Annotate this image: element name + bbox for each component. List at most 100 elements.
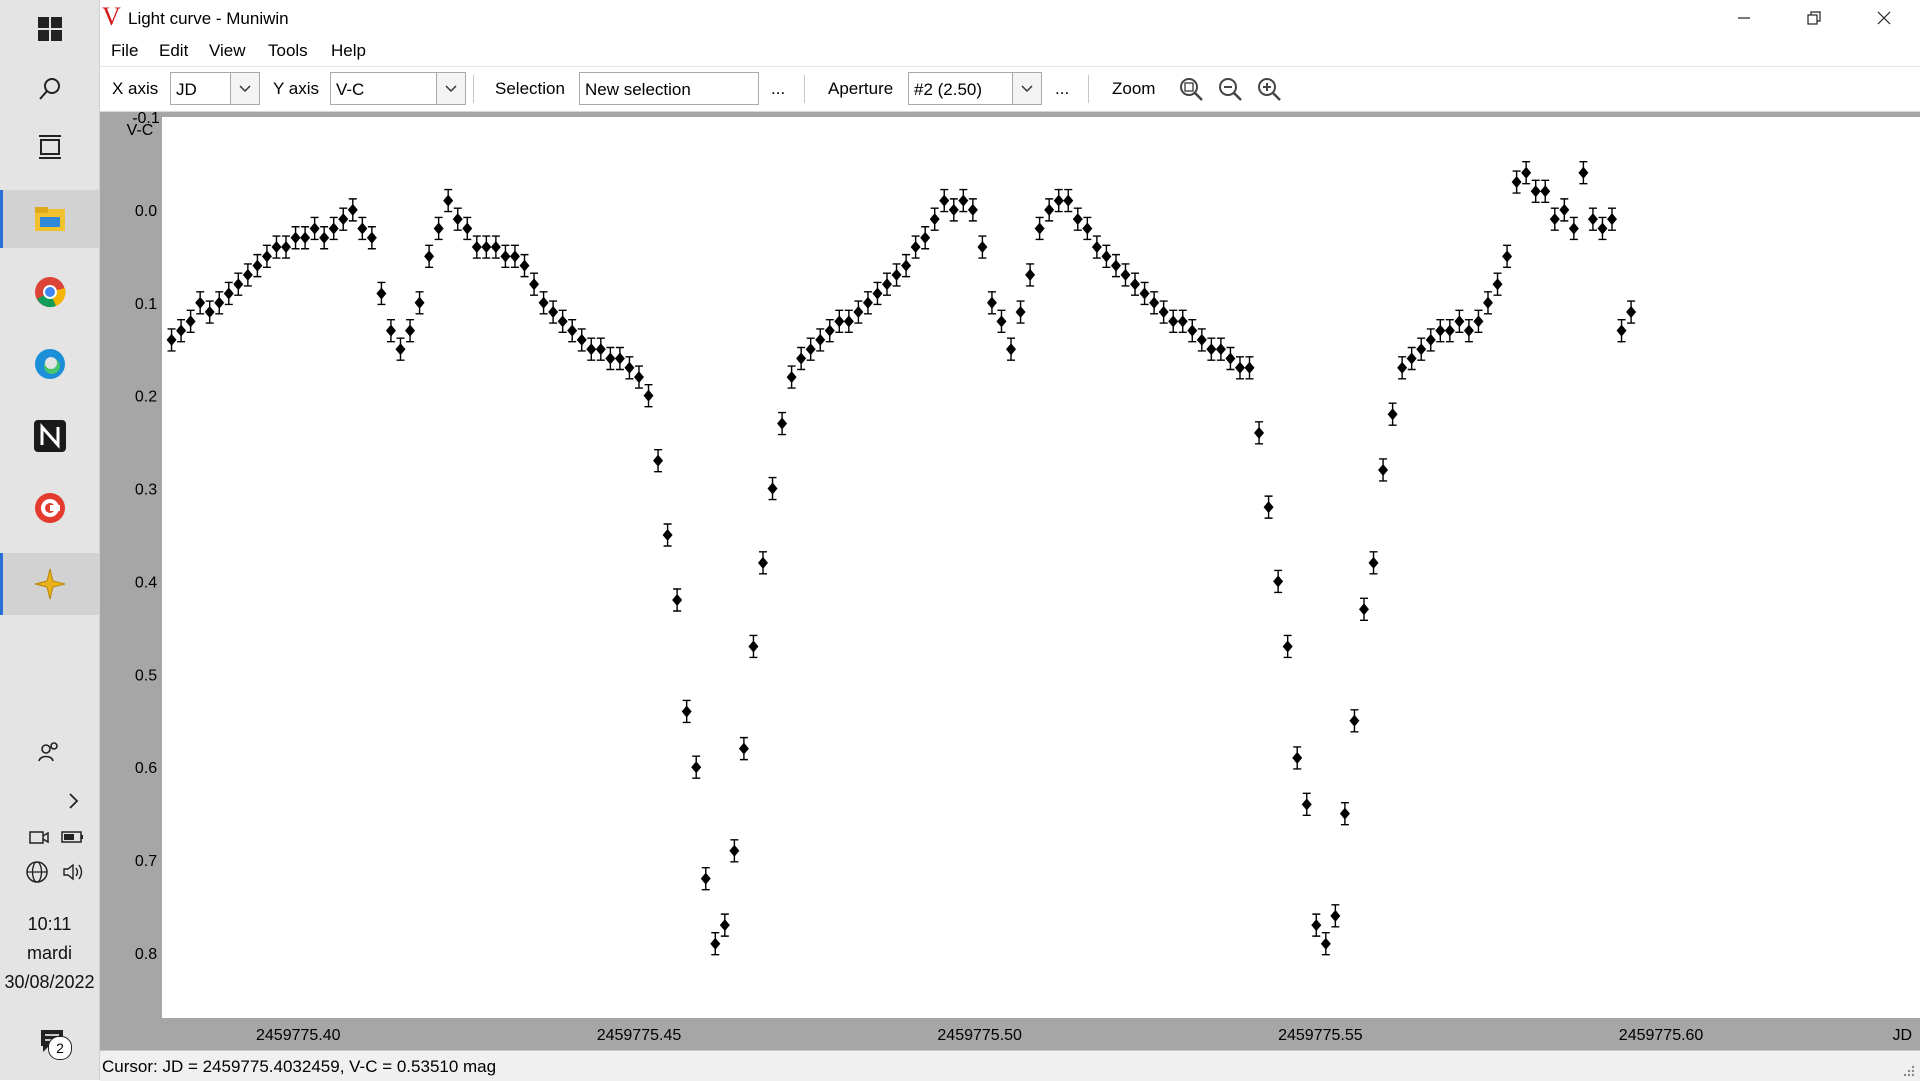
x-axis-select[interactable]: JD (170, 72, 260, 105)
muniwin-button[interactable] (0, 553, 99, 615)
x-axis-title: JD (1892, 1027, 1912, 1044)
y-axis-label: Y axis (273, 79, 319, 98)
zoom-label: Zoom (1112, 79, 1156, 98)
light-curve-plot[interactable]: -0.10.00.10.20.30.40.50.60.70.8 2459775.… (100, 112, 1920, 1050)
aperture-label: Aperture (828, 79, 894, 98)
minimize-icon (1738, 17, 1750, 19)
close-icon (1877, 11, 1891, 25)
cursor-status: Cursor: JD = 2459775.4032459, V-C = 0.53… (102, 1057, 497, 1076)
camera-icon (29, 831, 49, 844)
edge-icon (34, 349, 65, 379)
y-tick-label: 0.0 (135, 203, 157, 220)
x-tick-label: 2459775.45 (597, 1027, 682, 1044)
network-button[interactable] (22, 857, 52, 887)
app-n-button[interactable] (0, 407, 99, 465)
app-c-button[interactable] (0, 479, 99, 537)
zoom-fit-icon (1180, 78, 1203, 101)
x-tick-label: 2459775.40 (256, 1027, 341, 1044)
selection-field[interactable]: New selection (579, 72, 759, 105)
edge-button[interactable] (0, 335, 99, 393)
globe-icon (26, 861, 48, 883)
chevron-right-icon (69, 793, 79, 809)
toolbar-separator (804, 75, 805, 103)
chevron-down-icon (1021, 84, 1033, 92)
clock-day: mardi (26, 943, 72, 963)
y-tick-label: 0.3 (135, 482, 157, 499)
app-v-icon: V (102, 2, 121, 31)
c-app-icon (34, 493, 65, 523)
zoom-out-icon (1219, 78, 1242, 101)
aperture-value: #2 (2.50) (914, 80, 983, 99)
speaker-icon (63, 863, 83, 881)
clock[interactable]: 10:11 mardi 30/08/2022 (0, 910, 99, 997)
people-icon (38, 742, 58, 762)
menu-view[interactable]: View (209, 41, 246, 61)
notification-badge: 2 (48, 1036, 72, 1060)
window-title: Light curve - Muniwin (128, 9, 289, 28)
toolbar-separator (473, 75, 474, 103)
restore-button[interactable] (1780, 0, 1848, 36)
action-center-button[interactable]: 2 (34, 1022, 74, 1062)
toolbar: X axis JD Y axis V-C Selection New selec… (100, 67, 1920, 112)
y-axis-dropdown-button[interactable] (436, 73, 465, 104)
close-button[interactable] (1850, 0, 1918, 36)
toolbar-separator (1088, 75, 1089, 103)
file-explorer-button[interactable] (0, 190, 99, 248)
zoom-in-button[interactable] (1255, 75, 1283, 103)
clock-time: 10:11 (27, 914, 72, 934)
x-axis-dropdown-button[interactable] (230, 73, 259, 104)
restore-icon (1807, 11, 1821, 25)
aperture-dropdown-button[interactable] (1012, 73, 1041, 104)
y-tick-label: 0.7 (135, 853, 157, 870)
y-axis-value: V-C (336, 80, 365, 99)
minimize-button[interactable] (1710, 0, 1778, 36)
x-axis-value: JD (176, 80, 197, 99)
zoom-fit-button[interactable] (1177, 75, 1205, 103)
y-tick-label: 0.8 (135, 946, 157, 963)
title-bar[interactable]: V Light curve - Muniwin (100, 0, 1920, 36)
selection-label: Selection (495, 79, 565, 98)
y-axis-select[interactable]: V-C (330, 72, 466, 105)
chevron-down-icon (239, 84, 251, 92)
y-axis-title: V-C (127, 122, 154, 139)
show-hidden-icons-button[interactable] (58, 786, 88, 816)
plot-area[interactable] (162, 117, 1920, 1018)
zoom-in-icon (1258, 78, 1281, 101)
y-tick-label: 0.2 (135, 389, 157, 406)
search-button[interactable] (0, 60, 99, 118)
selection-more-button[interactable]: ... (771, 79, 785, 99)
menu-edit[interactable]: Edit (159, 41, 188, 61)
menu-help[interactable]: Help (331, 41, 366, 61)
status-bar: Cursor: JD = 2459775.4032459, V-C = 0.53… (100, 1050, 1920, 1081)
muniwin-window: V Light curve - Muniwin File Edit View T… (100, 0, 1920, 1081)
taskbar: 10:11 mardi 30/08/2022 2 (0, 0, 100, 1080)
folder-icon (34, 207, 65, 231)
selection-value: New selection (585, 80, 691, 99)
chrome-button[interactable] (0, 263, 99, 321)
task-view-button[interactable] (0, 118, 99, 176)
search-icon (38, 78, 60, 100)
zoom-out-button[interactable] (1216, 75, 1244, 103)
menu-tools[interactable]: Tools (268, 41, 308, 61)
star-app-icon (34, 568, 65, 600)
n-app-icon (33, 420, 66, 452)
menu-file[interactable]: File (111, 41, 138, 61)
y-tick-label: 0.6 (135, 760, 157, 777)
start-button[interactable] (0, 0, 99, 58)
people-button[interactable] (34, 737, 64, 767)
x-tick-label: 2459775.55 (1278, 1027, 1363, 1044)
battery-button[interactable] (58, 822, 88, 852)
battery-icon (61, 831, 83, 843)
menu-bar: File Edit View Tools Help (100, 36, 1920, 67)
aperture-select[interactable]: #2 (2.50) (908, 72, 1042, 105)
aperture-more-button[interactable]: ... (1055, 79, 1069, 99)
windows-logo-icon (37, 17, 62, 41)
chrome-icon (34, 277, 66, 308)
y-tick-label: 0.4 (135, 574, 157, 591)
x-tick-label: 2459775.60 (1619, 1027, 1704, 1044)
light-curve-graph[interactable]: -0.1 0.0 0.1 0.2 0.3 0.4 0.5 0.6 0.7 0.8 2459775.… (100, 112, 1920, 1050)
volume-button[interactable] (58, 857, 88, 887)
meet-now-button[interactable] (24, 822, 54, 852)
x-tick-label: 2459775.50 (937, 1027, 1022, 1044)
resize-grip-icon[interactable] (1902, 1064, 1916, 1078)
